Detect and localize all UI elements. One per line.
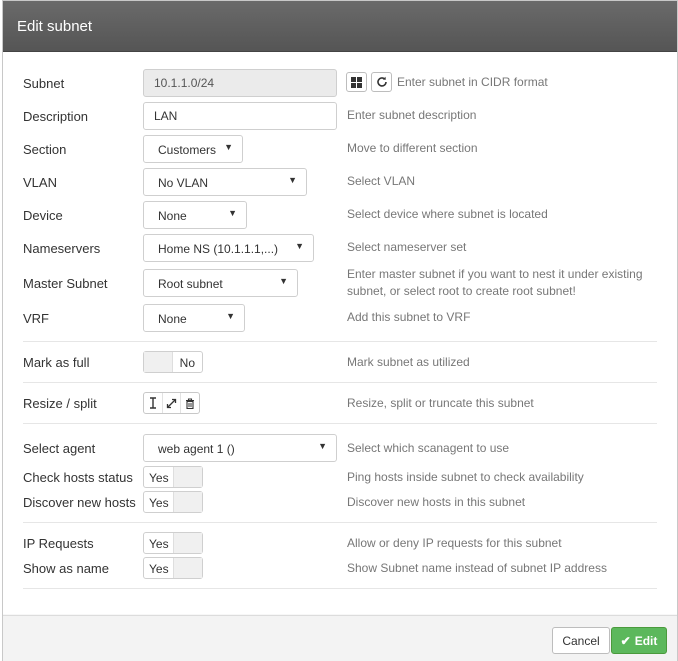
caret-down-icon: ▼ — [224, 142, 233, 152]
check-hosts-help: Ping hosts inside subnet to check availa… — [347, 470, 584, 484]
discover-hosts-toggle[interactable]: Yes — [143, 491, 203, 513]
divider — [23, 588, 657, 589]
show-name-toggle[interactable]: Yes — [143, 557, 203, 579]
ip-requests-help: Allow or deny IP requests for this subne… — [347, 536, 562, 550]
description-help: Enter subnet description — [347, 108, 477, 122]
divider — [23, 423, 657, 424]
section-value: Customers — [158, 143, 217, 157]
device-help: Select device where subnet is located — [347, 207, 548, 221]
section-select[interactable]: Customers ▼ — [143, 135, 243, 163]
caret-down-icon: ▼ — [226, 311, 235, 321]
vrf-value: None — [158, 312, 187, 326]
nameservers-label: Nameservers — [23, 241, 101, 256]
discover-hosts-label: Discover new hosts — [23, 495, 136, 510]
caret-down-icon: ▼ — [228, 208, 237, 218]
check-hosts-toggle[interactable]: Yes — [143, 466, 203, 488]
ip-requests-toggle[interactable]: Yes — [143, 532, 203, 554]
toggle-knob — [173, 558, 202, 578]
agent-help: Select which scanagent to use — [347, 441, 510, 455]
resize-button-group — [143, 392, 200, 414]
nameservers-select[interactable]: Home NS (10.1.1.1,...) ▼ — [143, 234, 314, 262]
device-label: Device — [23, 208, 63, 223]
toggle-knob — [173, 492, 202, 512]
truncate-button[interactable] — [180, 393, 199, 413]
caret-down-icon: ▼ — [295, 241, 304, 251]
show-name-label: Show as name — [23, 561, 109, 576]
cancel-button[interactable]: Cancel — [552, 627, 610, 654]
modal-title: Edit subnet — [17, 18, 93, 35]
master-subnet-value: Root subnet — [158, 277, 223, 291]
edit-button[interactable]: ✔ Edit — [611, 627, 667, 654]
device-select[interactable]: None ▼ — [143, 201, 247, 229]
subnet-help: Enter subnet in CIDR format — [397, 75, 548, 89]
subnet-calculator-button[interactable] — [346, 72, 367, 92]
discover-hosts-state: Yes — [149, 496, 169, 510]
mark-full-state: No — [179, 356, 195, 370]
nameservers-value: Home NS (10.1.1.1,...) — [158, 242, 279, 256]
edit-button-label: Edit — [634, 633, 658, 648]
vrf-select[interactable]: None ▼ — [143, 304, 245, 332]
show-name-state: Yes — [149, 562, 169, 576]
show-name-help: Show Subnet name instead of subnet IP ad… — [347, 561, 607, 575]
vrf-help: Add this subnet to VRF — [347, 310, 471, 324]
mark-full-label: Mark as full — [23, 355, 90, 370]
toggle-knob — [173, 467, 202, 487]
subnet-refresh-button[interactable] — [371, 72, 392, 92]
discover-hosts-help: Discover new hosts in this subnet — [347, 495, 526, 509]
cancel-button-label: Cancel — [562, 633, 600, 648]
expand-icon — [166, 398, 177, 408]
check-icon: ✔ — [620, 633, 631, 648]
check-hosts-state: Yes — [149, 471, 169, 485]
agent-value: web agent 1 () — [158, 442, 235, 456]
modal-body: Subnet Enter subnet in CIDR format Descr… — [3, 52, 677, 614]
check-hosts-label: Check hosts status — [23, 470, 133, 485]
resize-help: Resize, split or truncate this subnet — [347, 396, 534, 410]
caret-down-icon: ▼ — [318, 441, 327, 451]
resize-vertical-icon — [149, 397, 156, 409]
nameservers-help: Select nameserver set — [347, 240, 467, 254]
subnet-input[interactable] — [143, 69, 337, 97]
edit-subnet-modal: Edit subnet Subnet Enter subnet in CIDR … — [2, 0, 678, 661]
description-input[interactable] — [143, 102, 337, 130]
divider — [23, 522, 657, 523]
vlan-value: No VLAN — [158, 176, 209, 190]
trash-icon — [186, 397, 195, 409]
agent-label: Select agent — [23, 441, 96, 456]
description-label: Description — [23, 109, 89, 124]
mark-full-help: Mark subnet as utilized — [347, 355, 470, 369]
grid-icon — [351, 76, 362, 88]
master-subnet-select[interactable]: Root subnet ▼ — [143, 269, 298, 297]
toggle-knob — [144, 352, 173, 372]
divider — [23, 382, 657, 383]
section-help: Move to different section — [347, 141, 478, 155]
vrf-label: VRF — [23, 311, 49, 326]
vlan-help: Select VLAN — [347, 174, 416, 188]
divider — [23, 341, 657, 342]
split-button[interactable] — [161, 393, 181, 413]
vlan-label: VLAN — [23, 175, 57, 190]
vlan-select[interactable]: No VLAN ▼ — [143, 168, 307, 196]
subnet-label: Subnet — [23, 76, 65, 91]
master-subnet-label: Master Subnet — [23, 276, 108, 291]
ip-requests-state: Yes — [149, 537, 169, 551]
master-subnet-help: Enter master subnet if you want to nest … — [347, 267, 643, 298]
refresh-icon — [376, 76, 387, 87]
toggle-knob — [173, 533, 202, 553]
section-label: Section — [23, 142, 67, 157]
agent-select[interactable]: web agent 1 () ▼ — [143, 434, 337, 462]
modal-header: Edit subnet — [3, 1, 677, 52]
modal-footer: Cancel ✔ Edit — [3, 615, 677, 661]
mark-full-toggle[interactable]: No — [143, 351, 203, 373]
ip-requests-label: IP Requests — [23, 536, 94, 551]
device-value: None — [158, 209, 187, 223]
caret-down-icon: ▼ — [279, 276, 288, 286]
caret-down-icon: ▼ — [288, 175, 297, 185]
resize-button[interactable] — [144, 393, 162, 413]
resize-label: Resize / split — [23, 396, 97, 411]
